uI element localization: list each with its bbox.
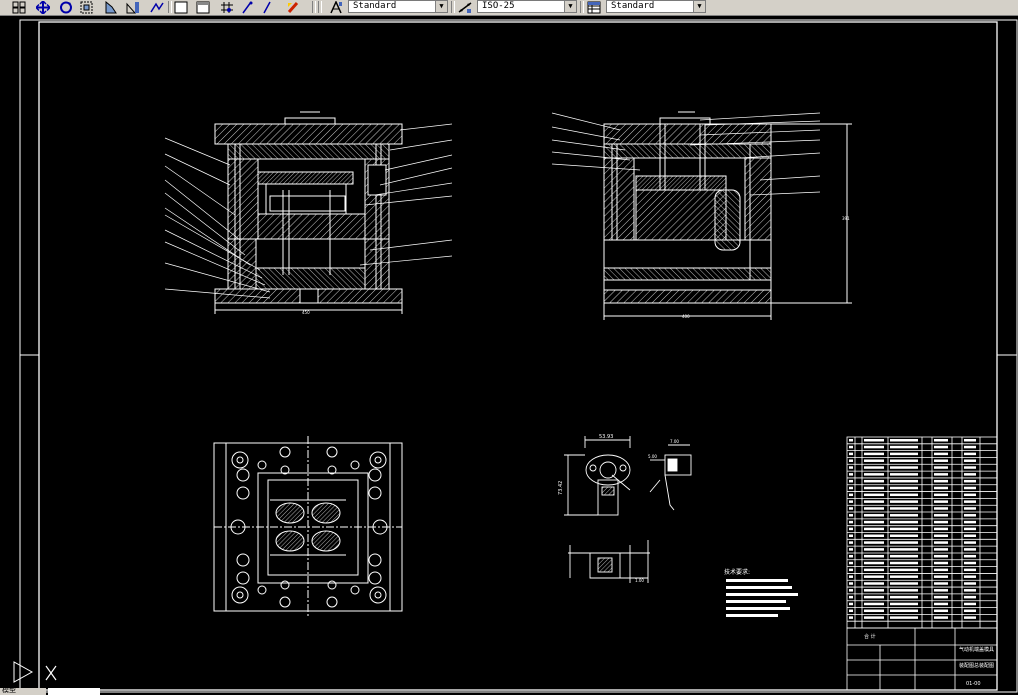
chevron-down-icon[interactable]: ▼ — [693, 1, 705, 12]
layout-tabs: 模型 — [0, 686, 120, 695]
select-window-icon[interactable] — [10, 0, 27, 14]
orbit-icon[interactable] — [57, 0, 74, 14]
table-style-icon[interactable] — [585, 0, 603, 14]
zoom-previous-icon[interactable] — [102, 0, 119, 14]
bill-of-materials — [846, 436, 998, 629]
snap-icon[interactable] — [218, 0, 235, 14]
rectangle-alt-icon[interactable] — [194, 0, 211, 14]
title-block-name: 气动机端盖模具 — [959, 646, 994, 653]
drawing-canvas[interactable]: 450 400 391 53.93 73.42 5.00 7.00 1.00 技… — [0, 15, 1018, 695]
part-side-dim: 5.00 — [648, 454, 657, 459]
text-style-select[interactable]: Standard ▼ — [348, 0, 448, 13]
technical-requirements: 技术要求: — [724, 568, 798, 617]
part-width-dim: 53.93 — [599, 434, 613, 440]
section-dim: 1.00 — [635, 578, 644, 583]
title-block-sub: 装配图总装配图 — [959, 662, 994, 669]
line-icon[interactable] — [238, 0, 255, 14]
table-style-select[interactable]: Standard ▼ — [606, 0, 706, 13]
title-block-code: 01-00 — [966, 681, 981, 687]
title-block-total: 合 计 — [864, 633, 876, 640]
chevron-down-icon[interactable]: ▼ — [435, 1, 447, 12]
part-side2-dim: 7.00 — [670, 439, 679, 444]
side-height-dim: 391 — [842, 216, 850, 221]
chevron-down-icon[interactable]: ▼ — [564, 1, 576, 12]
measure-icon[interactable] — [124, 0, 141, 14]
table-style-value: Standard — [611, 1, 655, 11]
line-alt-icon[interactable] — [258, 0, 275, 14]
tab-model[interactable]: 模型 — [0, 686, 46, 695]
front-section-view — [214, 111, 403, 314]
text-style-icon[interactable] — [327, 0, 345, 14]
polyline-icon[interactable] — [148, 0, 165, 14]
tech-req-title: 技术要求: — [724, 568, 750, 576]
part-detail-views — [564, 436, 692, 583]
dim-style-select[interactable]: ISO-25 ▼ — [477, 0, 577, 13]
rectangle-icon[interactable] — [172, 0, 189, 14]
dim-style-value: ISO-25 — [482, 1, 515, 11]
pan-icon[interactable] — [34, 0, 51, 14]
side-width-dim: 400 — [682, 314, 690, 319]
text-style-value: Standard — [353, 1, 397, 11]
ucs-icon — [12, 656, 62, 686]
zoom-window-icon[interactable] — [78, 0, 95, 14]
properties-icon[interactable] — [284, 0, 301, 14]
front-width-dim: 450 — [302, 310, 310, 315]
plan-view — [213, 436, 403, 618]
dim-style-icon[interactable] — [456, 0, 474, 14]
part-height-dim: 73.42 — [558, 481, 564, 495]
tab-model-label: 模型 — [2, 686, 16, 694]
tab-layout[interactable] — [48, 688, 100, 695]
toolbar: Standard ▼ ISO-25 ▼ Standard ▼ — [0, 0, 1018, 16]
